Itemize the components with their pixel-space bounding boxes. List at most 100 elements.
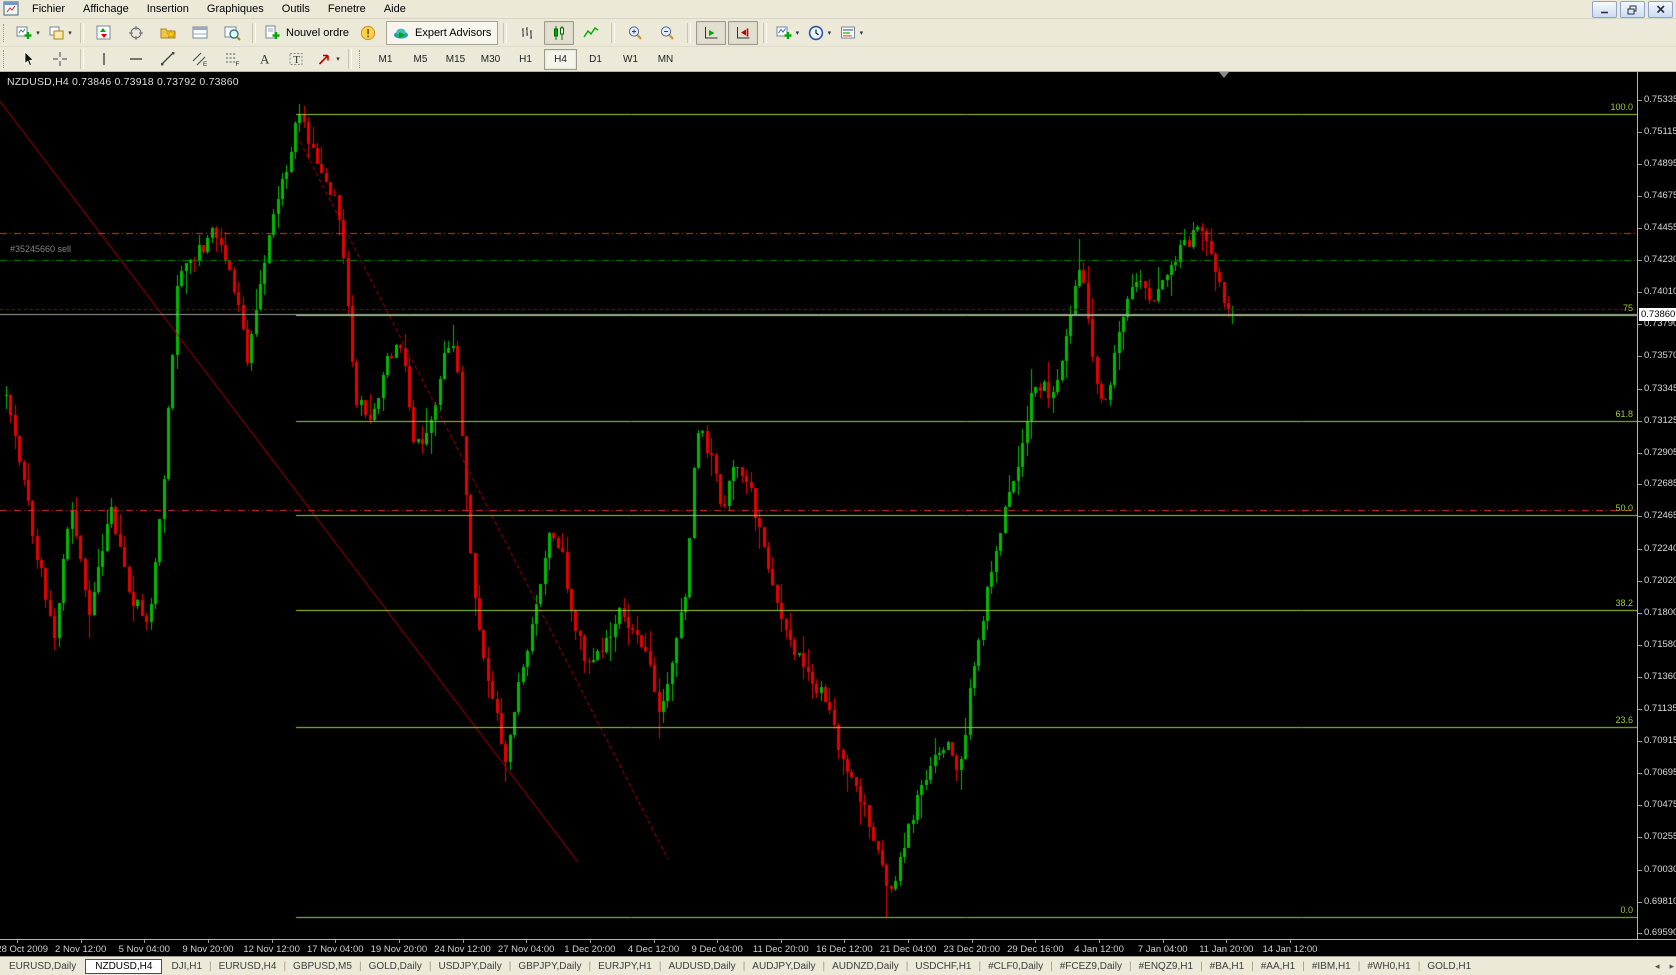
zoom-in-button[interactable]	[620, 21, 650, 45]
time-axis-label: 2 Nov 12:00	[55, 944, 106, 955]
open-order-label: #35245660 sell	[10, 244, 71, 254]
menu-item-fenetre[interactable]: Fenetre	[319, 2, 375, 16]
text-box-button[interactable]: T	[281, 48, 311, 70]
price-tick	[1638, 100, 1642, 101]
expert-advisors-button[interactable]: Expert Advisors	[386, 21, 498, 45]
timeframe-h4[interactable]: H4	[544, 49, 577, 70]
chart-tab-eurusd-h4[interactable]: EURUSD,H4	[212, 959, 284, 974]
strategy-tester-button[interactable]	[217, 21, 247, 45]
price-tick	[1638, 356, 1642, 357]
timeframe-m30[interactable]: M30	[474, 49, 507, 70]
candlestick-mode-button[interactable]	[544, 21, 574, 45]
auto-scroll-button[interactable]	[696, 21, 726, 45]
chart-tabs-bar: EURUSD,DailyNZDUSD,H4DJI,H1|EURUSD,H4|GB…	[0, 956, 1676, 975]
menu-item-fichier[interactable]: Fichier	[23, 2, 74, 16]
cursor-button[interactable]	[13, 48, 43, 70]
new-order-button[interactable]: Nouvel ordre	[261, 21, 352, 45]
periods-button[interactable]: ▾	[804, 21, 834, 45]
chart-tab-audusd-daily[interactable]: AUDUSD,Daily	[661, 959, 742, 974]
crosshair-button[interactable]	[45, 48, 75, 70]
menu-item-graphiques[interactable]: Graphiques	[198, 2, 273, 16]
chart-tab--enqz9-h1[interactable]: #ENQZ9,H1	[1132, 959, 1200, 974]
chart-tab--fcez9-daily[interactable]: #FCEZ9,Daily	[1053, 959, 1129, 974]
profiles-button[interactable]: ▾	[45, 21, 75, 45]
menu-item-outils[interactable]: Outils	[273, 2, 319, 16]
bar-chart-mode-button[interactable]	[512, 21, 542, 45]
toolbar-grip	[3, 50, 9, 68]
price-tick	[1638, 741, 1642, 742]
chart-tab-usdjpy-daily[interactable]: USDJPY,Daily	[432, 959, 509, 974]
minimize-button[interactable]	[1592, 1, 1617, 18]
time-tick	[399, 940, 400, 943]
tab-scroll-left-icon[interactable]: ◂	[1655, 961, 1660, 972]
vertical-line-button[interactable]	[89, 48, 119, 70]
templates-button[interactable]: ▾	[836, 21, 866, 45]
indicators-button[interactable]: ▾	[772, 21, 802, 45]
market-watch-button[interactable]	[89, 21, 119, 45]
timeframe-m5[interactable]: M5	[404, 49, 437, 70]
time-axis[interactable]: 28 Oct 20092 Nov 12:005 Nov 04:009 Nov 2…	[0, 939, 1676, 957]
time-axis-label: 9 Nov 20:00	[182, 944, 233, 955]
chart-tab-gbpusd-m5[interactable]: GBPUSD,M5	[286, 959, 359, 974]
chart-tab--ba-h1[interactable]: #BA,H1	[1203, 959, 1251, 974]
chart-tab-audnzd-daily[interactable]: AUDNZD,Daily	[825, 959, 906, 974]
timeframe-d1[interactable]: D1	[579, 49, 612, 70]
timeframe-mn[interactable]: MN	[649, 49, 682, 70]
timeframe-m15[interactable]: M15	[439, 49, 472, 70]
chart-tab--aa-h1[interactable]: #AA,H1	[1254, 959, 1302, 974]
time-axis-label: 21 Dec 04:00	[880, 944, 937, 955]
chart-tab--ibm-h1[interactable]: #IBM,H1	[1305, 959, 1358, 974]
chart-tab-dji-h1[interactable]: DJI,H1	[164, 959, 209, 974]
price-axis[interactable]: 0.753350.751150.748950.746750.744550.742…	[1637, 72, 1676, 940]
text-label-button[interactable]: A	[249, 48, 279, 70]
timeframe-h1[interactable]: H1	[509, 49, 542, 70]
chart-tab-usdchf-h1[interactable]: USDCHF,H1	[908, 959, 978, 974]
chart-tab-gold-h1[interactable]: GOLD,H1	[1420, 959, 1478, 974]
toolbar-separator	[763, 23, 767, 43]
chart-tab-nzdusd-h4[interactable]: NZDUSD,H4	[85, 959, 162, 974]
fibonacci-button[interactable]: F	[217, 48, 247, 70]
restore-button[interactable]	[1620, 1, 1645, 18]
chart-tab-gbpjpy-daily[interactable]: GBPJPY,Daily	[511, 959, 588, 974]
alert-button[interactable]	[354, 21, 384, 45]
new-chart-button[interactable]: ▾	[13, 21, 43, 45]
zoom-out-button[interactable]	[652, 21, 682, 45]
line-chart-mode-button[interactable]	[576, 21, 606, 45]
timeframe-m1[interactable]: M1	[369, 49, 402, 70]
menu-item-aide[interactable]: Aide	[375, 2, 415, 16]
navigator-button[interactable]	[153, 21, 183, 45]
time-tick	[144, 940, 145, 943]
chart-tab-audjpy-daily[interactable]: AUDJPY,Daily	[745, 959, 822, 974]
terminal-button[interactable]	[185, 21, 215, 45]
chart-shift-button[interactable]	[728, 21, 758, 45]
chart-tab--clf0-daily[interactable]: #CLF0,Daily	[981, 959, 1050, 974]
arrows-button[interactable]: ▾	[313, 48, 343, 70]
time-tick	[17, 940, 18, 943]
candlestick-plot[interactable]	[0, 72, 1637, 940]
menu-item-insertion[interactable]: Insertion	[138, 2, 198, 16]
chevron-down-icon: ▾	[796, 29, 800, 37]
tab-scroll-right-icon[interactable]: ▸	[1669, 961, 1674, 972]
chevron-down-icon: ▾	[68, 29, 72, 37]
price-tick	[1638, 228, 1642, 229]
chart-tab-gold-daily[interactable]: GOLD,Daily	[362, 959, 429, 974]
time-tick	[1099, 940, 1100, 943]
menu-item-affichage[interactable]: Affichage	[74, 2, 138, 16]
timeframe-w1[interactable]: W1	[614, 49, 647, 70]
minimize-icon	[1600, 5, 1610, 14]
svg-text:A: A	[260, 52, 270, 67]
equidistant-channel-button[interactable]: E	[185, 48, 215, 70]
chart-tab-eurjpy-h1[interactable]: EURJPY,H1	[591, 959, 659, 974]
tab-scroll-buttons: ◂▸	[1655, 961, 1674, 972]
chart-tab-eurusd-daily[interactable]: EURUSD,Daily	[2, 959, 83, 974]
tester-icon	[224, 25, 241, 41]
price-axis-label: 0.70255	[1644, 831, 1676, 842]
chart-tab--wh0-h1[interactable]: #WH0,H1	[1360, 959, 1417, 974]
trendline-button[interactable]	[153, 48, 183, 70]
clock-icon	[808, 25, 825, 41]
current-price-marker: 0.73860	[1639, 308, 1676, 321]
data-window-button[interactable]	[121, 21, 151, 45]
time-axis-label: 11 Dec 20:00	[753, 944, 809, 955]
close-button[interactable]	[1648, 1, 1673, 18]
horizontal-line-button[interactable]	[121, 48, 151, 70]
